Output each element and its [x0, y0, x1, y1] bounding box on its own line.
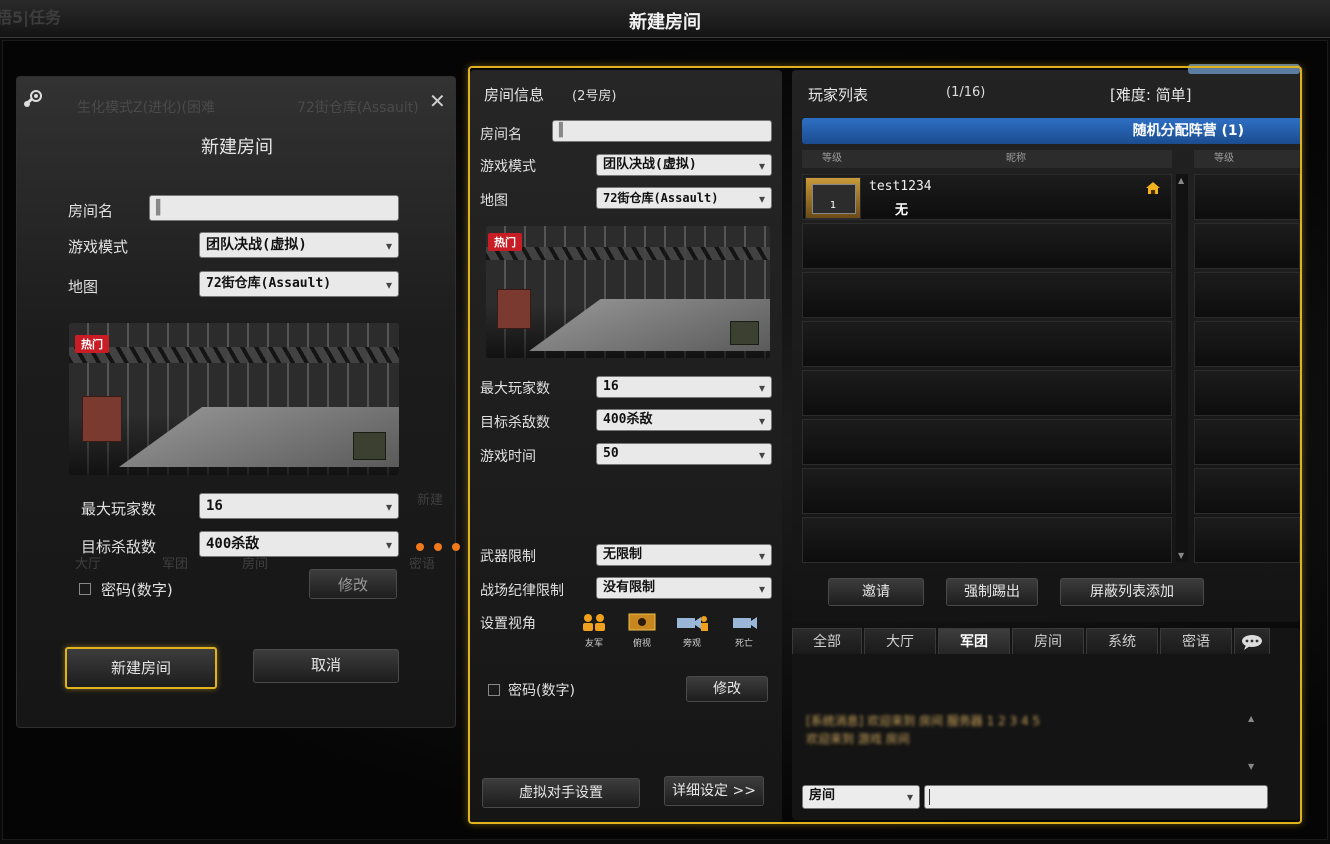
dialog-title: 新建房间 — [201, 137, 273, 158]
map-label: 地图 — [68, 278, 99, 296]
max-players-label: 最大玩家数 — [81, 500, 157, 518]
close-icon[interactable]: ✕ — [429, 91, 446, 111]
room-name-input[interactable]: ▌ — [149, 195, 399, 221]
map-preview-image — [69, 323, 399, 475]
password-checkbox[interactable] — [79, 583, 91, 595]
game-mode-label: 游戏模式 — [68, 238, 129, 256]
hot-badge: 热门 — [75, 335, 109, 353]
window-titlebar: 梧5|任务 新建房间 — [0, 0, 1330, 38]
background-text: 军团 — [162, 557, 189, 572]
background-text: 房间 — [242, 557, 269, 572]
window-title: 新建房间 — [629, 12, 701, 33]
create-room-button[interactable]: 新建房间 — [65, 647, 217, 689]
room-name-label: 房间名 — [68, 202, 114, 220]
background-text: 新建 — [417, 493, 444, 508]
map-select[interactable]: 72街仓库(Assault) — [199, 271, 399, 297]
create-room-dialog: 生化模式Z(进化)(困难 72街仓库(Assault) ✕ 新建房间 房间名 ▌… — [16, 76, 456, 728]
background-text: 72街仓库(Assault) — [297, 100, 419, 116]
game-mode-select[interactable]: 团队决战(虚拟) — [199, 232, 399, 258]
modify-button[interactable]: 修改 — [309, 569, 397, 599]
max-players-select[interactable]: 16 — [199, 493, 399, 519]
password-label: 密码(数字) — [101, 581, 173, 599]
steam-icon — [24, 90, 42, 107]
background-text: 生化模式Z(进化)(困难 — [77, 100, 215, 116]
background-text: 大厅 — [75, 557, 102, 572]
highlight-frame — [468, 66, 1302, 824]
cancel-button[interactable]: 取消 — [253, 649, 399, 683]
target-kills-select[interactable]: 400杀敌 — [199, 531, 399, 557]
